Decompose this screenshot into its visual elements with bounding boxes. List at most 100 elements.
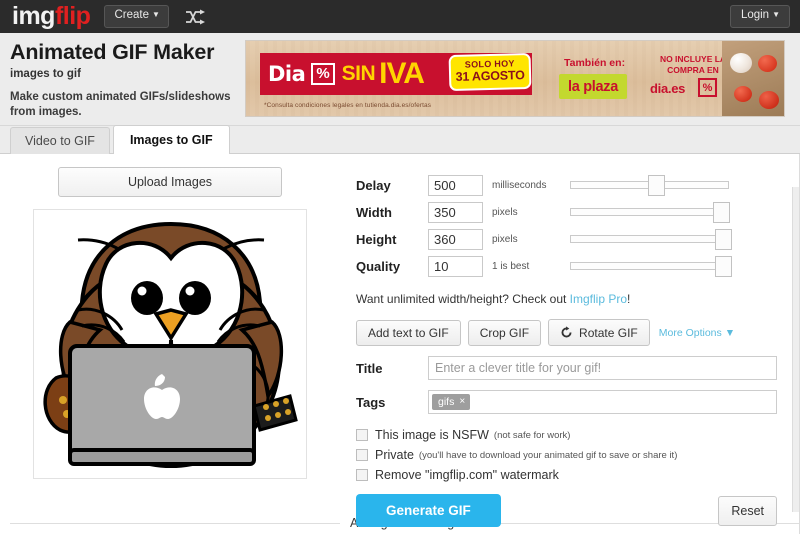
height-slider[interactable] (570, 229, 732, 250)
tags-field-row: Tags gifs × (356, 390, 777, 414)
rotate-gif-button[interactable]: Rotate GIF (548, 319, 650, 346)
crop-gif-button[interactable]: Crop GIF (467, 319, 542, 346)
tab-video-to-gif[interactable]: Video to GIF (10, 127, 110, 154)
rotate-icon (561, 326, 572, 338)
ad-iva-text: IVA (379, 57, 425, 90)
logo-text-img: img (12, 2, 55, 30)
title-input[interactable] (428, 356, 777, 380)
tags-label: Tags (356, 394, 386, 410)
pro-upsell-tail: ! (627, 292, 631, 306)
owl-with-laptop-image (34, 210, 306, 478)
private-checkbox[interactable] (356, 449, 368, 461)
tab-images-to-gif[interactable]: Images to GIF (112, 125, 230, 154)
tag-chip-label: gifs (438, 395, 455, 408)
checkbox-row-private[interactable]: Private (you'll have to download your an… (356, 448, 777, 462)
close-icon[interactable]: × (459, 397, 465, 407)
width-slider-handle[interactable] (713, 202, 731, 223)
rotate-gif-label: Rotate GIF (579, 325, 638, 340)
quality-slider[interactable] (570, 256, 732, 277)
tab-bar: Video to GIF Images to GIF (0, 125, 800, 154)
quality-unit-label: 1 is best (492, 260, 530, 272)
setting-row-quality: Quality 1 is best (356, 253, 777, 279)
ad-laplaza-logo: la plaza (559, 74, 627, 99)
nsfw-label: This image is NSFW (375, 428, 489, 442)
delay-label: Delay (356, 177, 391, 193)
ad-promo-badge: SOLO HOY 31 AGOSTO (448, 52, 532, 92)
quality-label: Quality (356, 258, 401, 274)
private-note: (you'll have to download your animated g… (418, 449, 678, 461)
main-content: Upload Images Delay 500 milliseconds Wid… (0, 154, 800, 527)
upload-images-button[interactable]: Upload Images (58, 167, 282, 197)
nsfw-checkbox[interactable] (356, 429, 368, 441)
action-buttons-row: Generate GIF Reset (356, 494, 777, 527)
ad-percent-icon: % (311, 63, 335, 85)
chevron-down-icon: ▼ (151, 10, 160, 20)
more-options-link[interactable]: More Options ▼ (659, 327, 735, 339)
onion-icon (730, 53, 752, 73)
page-title: Animated GIF Maker (10, 40, 215, 64)
delay-slider-handle[interactable] (647, 175, 665, 196)
height-input[interactable] (428, 228, 483, 250)
image-preview-frame[interactable] (33, 209, 307, 479)
settings-column: Delay milliseconds Width pixels Height p… (340, 154, 799, 527)
width-label: Width (356, 204, 392, 220)
watermark-label: Remove "imgflip.com" watermark (375, 468, 559, 482)
width-input[interactable] (428, 201, 483, 223)
more-options-label: More Options (658, 326, 722, 339)
private-label: Private (375, 448, 414, 462)
shuffle-icon[interactable] (185, 9, 209, 25)
height-label: Height (356, 231, 397, 247)
tags-input[interactable]: gifs × (428, 390, 777, 414)
left-column: Upload Images (0, 154, 340, 512)
page-description: Make custom animated GIFs/slideshows fro… (10, 90, 231, 119)
create-button[interactable]: Create ▼ (104, 5, 169, 28)
imgflip-logo[interactable]: imgflip (12, 2, 91, 30)
quality-slider-track (570, 262, 729, 270)
ad-cart-icon: % (698, 78, 717, 97)
checkbox-row-watermark[interactable]: Remove "imgflip.com" watermark (356, 468, 777, 482)
chevron-down-icon: ▼ (772, 10, 780, 20)
options-checkbox-group: This image is NSFW (not safe for work) P… (356, 428, 777, 482)
height-slider-handle[interactable] (714, 229, 732, 250)
ad-tambien-text: También en: (564, 57, 626, 69)
watermark-checkbox[interactable] (356, 469, 368, 481)
setting-row-delay: Delay milliseconds (356, 172, 777, 198)
checkbox-row-nsfw[interactable]: This image is NSFW (not safe for work) (356, 428, 777, 442)
tomato-icon (759, 91, 779, 109)
ad-brand-name: Dia (268, 62, 306, 86)
title-field-row: Title (356, 356, 777, 380)
delay-slider[interactable] (570, 175, 729, 196)
tag-chip-gifs: gifs × (432, 393, 471, 411)
delay-input[interactable] (428, 174, 483, 196)
ad-badge-line2: 31 AGOSTO (455, 68, 525, 84)
ad-vegetables-photo (722, 41, 784, 116)
nsfw-note: (not safe for work) (493, 429, 571, 441)
tool-buttons-row: Add text to GIF Crop GIF Rotate GIF More… (356, 319, 777, 346)
page-header-band: Animated GIF Maker images to gif Make cu… (0, 33, 800, 126)
generate-gif-button[interactable]: Generate GIF (356, 494, 501, 527)
pro-upsell-text: Want unlimited width/height? Check out (356, 292, 570, 306)
pro-upsell-line: Want unlimited width/height? Check out I… (356, 292, 777, 306)
ad-dia-es-text: dia.es (650, 81, 686, 96)
ad-sin-text: SIN (341, 62, 376, 85)
advertisement-banner[interactable]: Dia % SIN IVA SOLO HOY 31 AGOSTO *Consul… (245, 40, 785, 117)
add-text-to-gif-button[interactable]: Add text to GIF (356, 319, 461, 346)
imgflip-pro-link[interactable]: Imgflip Pro (570, 292, 627, 306)
setting-row-height: Height pixels (356, 226, 777, 252)
header-text-block: Animated GIF Maker images to gif Make cu… (0, 33, 245, 125)
ad-legal-text: *Consulta condiciones legales en tutiend… (264, 102, 432, 109)
login-button[interactable]: Login ▼ (729, 5, 790, 28)
quality-slider-handle[interactable] (714, 256, 732, 277)
width-slider[interactable] (570, 202, 731, 223)
reset-button[interactable]: Reset (718, 495, 777, 526)
login-button-label: Login (740, 9, 770, 22)
width-unit-label: pixels (492, 206, 518, 218)
quality-input[interactable] (428, 255, 483, 277)
page-subtitle: images to gif (10, 67, 81, 80)
title-label: Title (356, 360, 383, 376)
height-unit-label: pixels (492, 233, 518, 245)
create-button-label: Create (114, 9, 149, 22)
width-slider-track (570, 208, 729, 216)
chevron-down-icon: ▼ (724, 326, 736, 339)
setting-row-width: Width pixels (356, 199, 777, 225)
